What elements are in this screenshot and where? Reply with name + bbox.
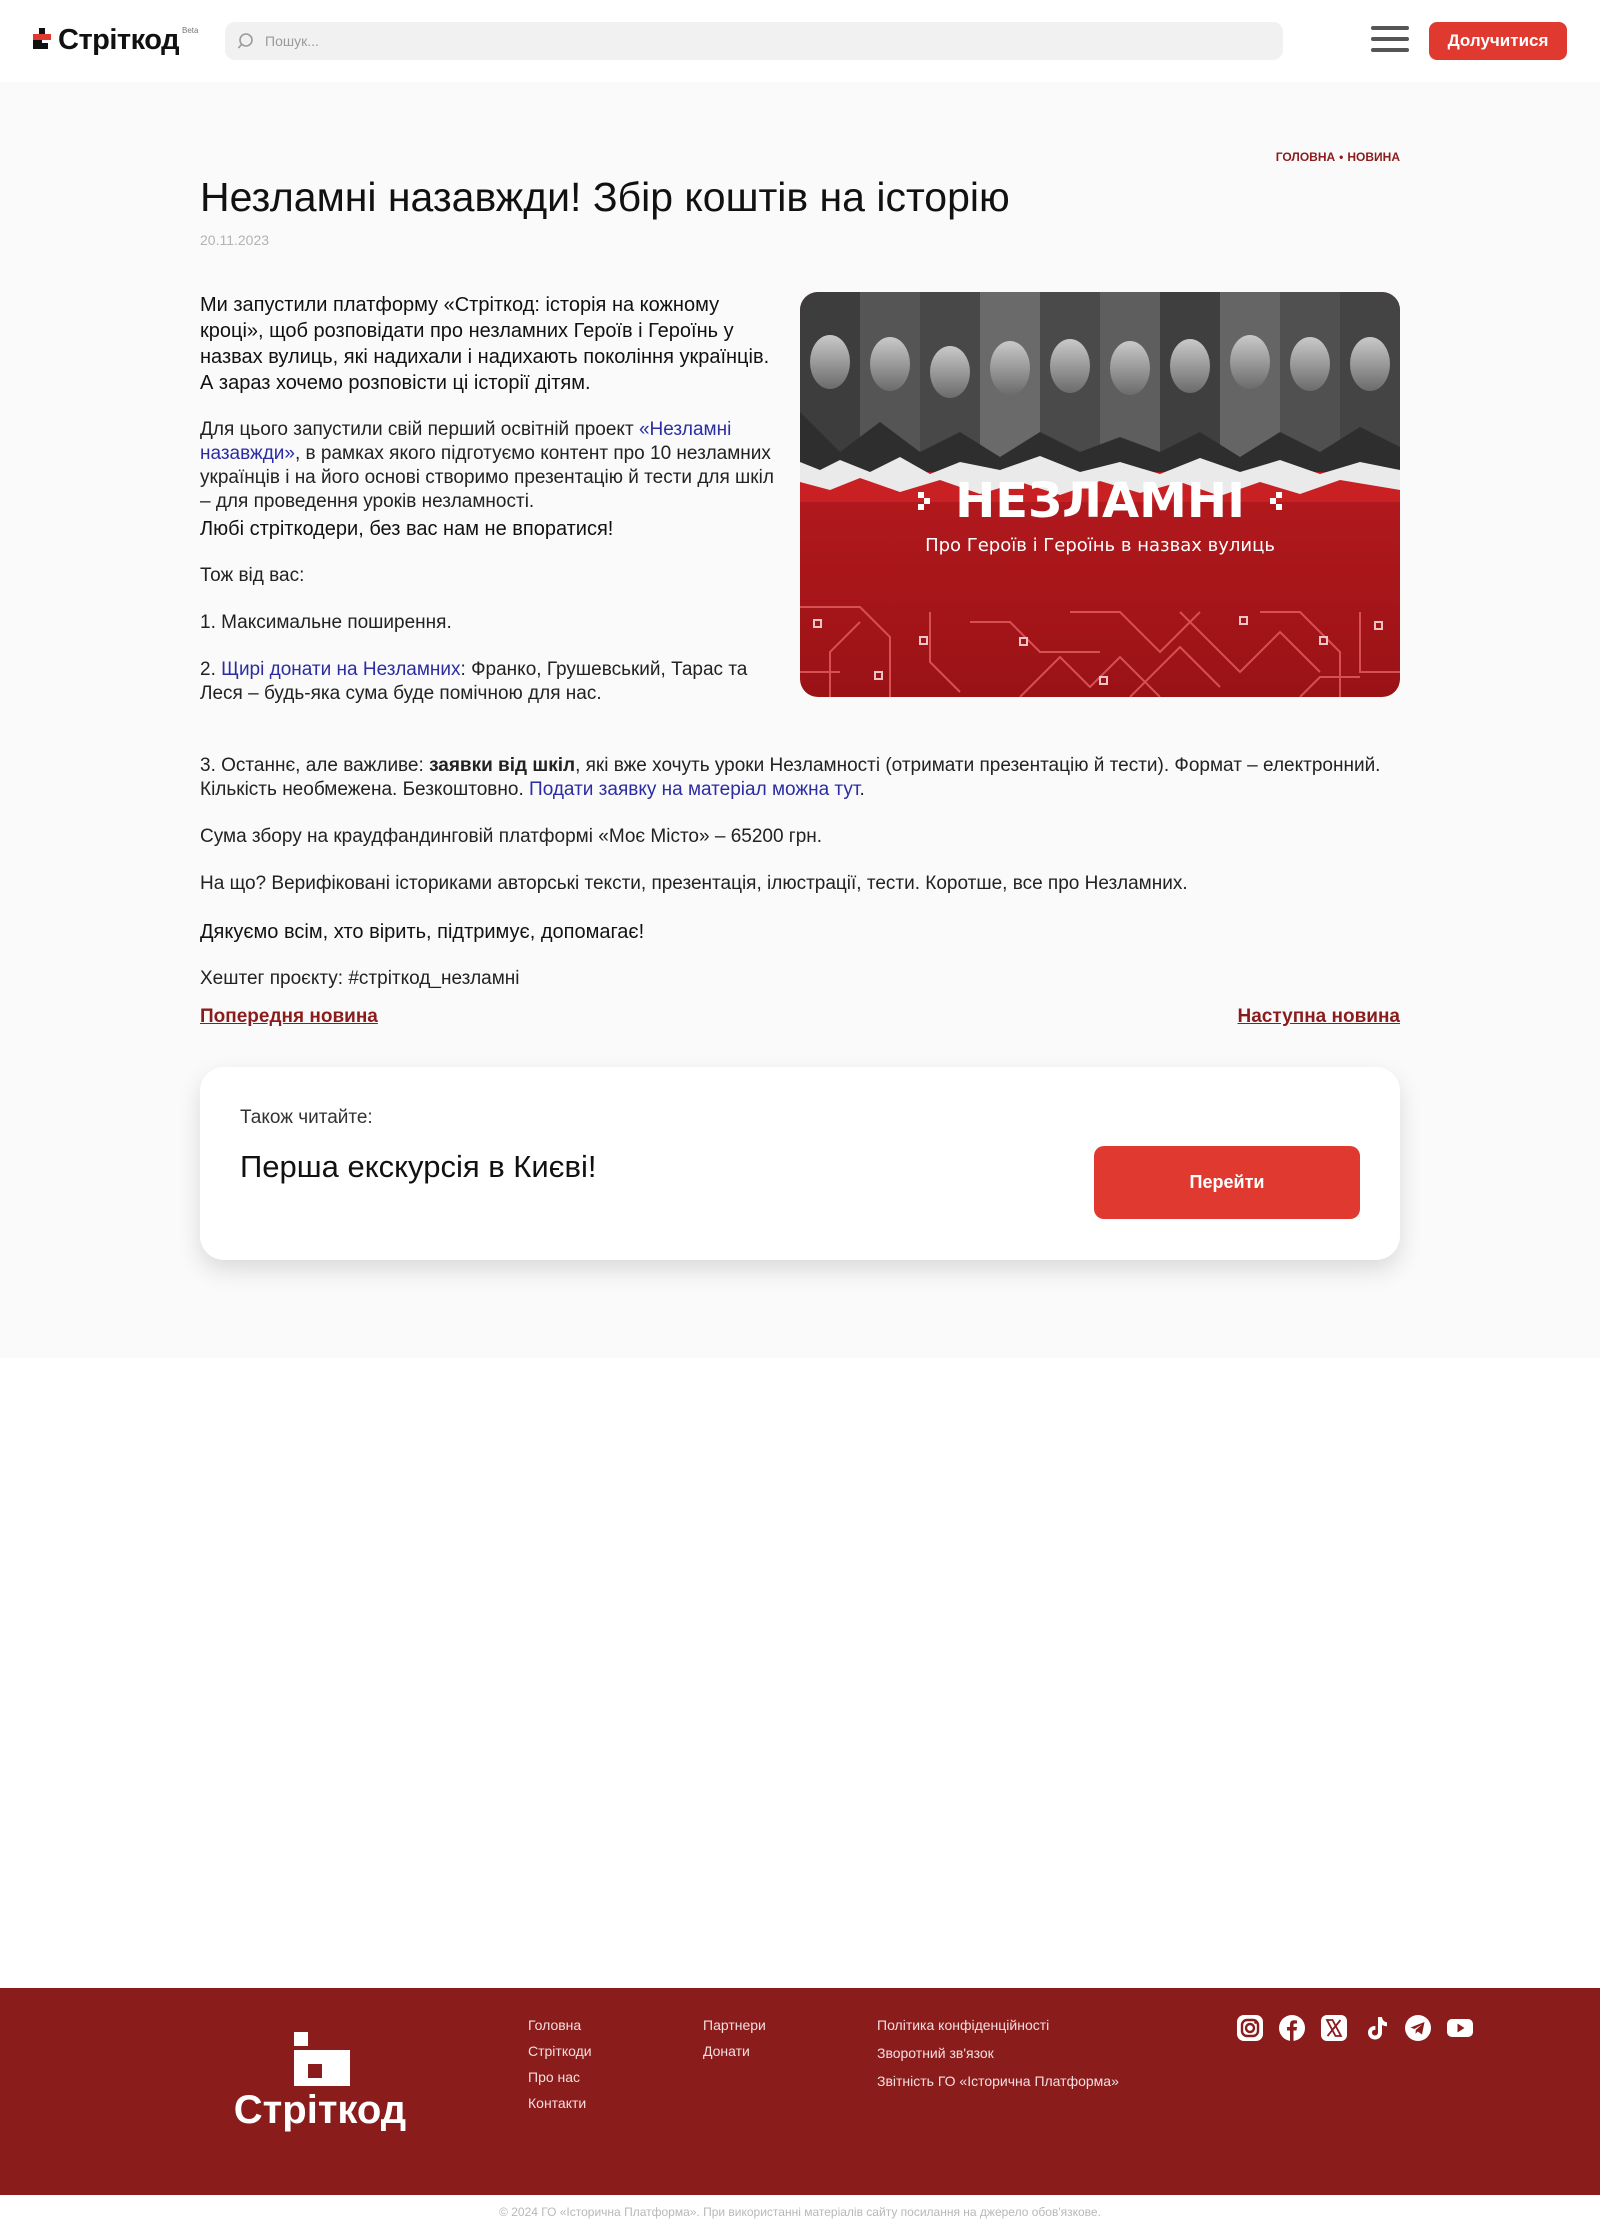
footer-link-about[interactable]: Про нас [528, 2068, 592, 2086]
article-list-item: 2. Щирі донати на Незламних: Франко, Гру… [200, 658, 780, 706]
join-button[interactable]: Долучитися [1429, 22, 1567, 60]
facebook-icon[interactable] [1278, 2014, 1306, 2042]
footer-link-home[interactable]: Головна [528, 2016, 592, 2034]
footer-link-privacy[interactable]: Політика конфіденційності [877, 2016, 1119, 2034]
also-read-card: Також читайте: Перша екскурсія в Києві! … [200, 1067, 1400, 1260]
instagram-icon[interactable] [1236, 2014, 1264, 2042]
article-paragraph: На що? Верифіковані істориками авторські… [200, 873, 1188, 894]
article-hashtag: Хештег проєкту: #стріткод_незламні [200, 968, 520, 989]
site-logo[interactable]: Стріткод Beta [30, 22, 198, 58]
paragraph-text: 3. Останнє, але важливе: [200, 755, 430, 776]
paragraph-text: . [859, 779, 865, 800]
social-links [1236, 2014, 1474, 2044]
article-paragraph: Тож від вас: [200, 565, 305, 586]
search-icon [237, 33, 253, 49]
breadcrumb: ГОЛОВНА • НОВИНА [1200, 150, 1400, 164]
article-thanks: Дякуємо всім, хто вірить, підтримує, доп… [200, 921, 645, 943]
beta-label: Beta [182, 25, 199, 35]
also-read-label: Також читайте: [240, 1107, 373, 1128]
paragraph-text: 2. [200, 659, 222, 680]
paragraph-bold-text: заявки від шкіл [429, 755, 576, 776]
paragraph-text: Для цього запустили свій перший освітній… [200, 419, 639, 440]
footer-link-feedback[interactable]: Зворотний зв'язок [877, 2044, 1119, 2062]
go-button[interactable]: Перейти [1094, 1146, 1360, 1219]
breadcrumb-separator: • [1339, 150, 1344, 164]
footer-logo-text: Стріткод [233, 2088, 407, 2132]
donate-link[interactable]: Щирі донати на Незламних [221, 659, 460, 680]
footer-logo[interactable]: Стріткод [230, 2032, 410, 2142]
prev-news-link[interactable]: Попередня новина [200, 1006, 378, 1028]
article-navigation: Попередня новина Наступна новина [200, 1006, 1400, 1036]
search-input[interactable] [265, 33, 1165, 49]
search-bar[interactable] [225, 22, 1283, 60]
hero-subtitle: Про Героїв і Героїнь в назвах вулиць [925, 535, 1275, 556]
article-list-item: 3. Останнє, але важливе: заявки від шкіл… [200, 754, 1400, 802]
logo-mark-icon [30, 28, 54, 52]
footer-column-main: Головна Стріткоди Про нас Контакти [528, 2016, 592, 2120]
copyright-text: © 2024 ГО «Історична Платформа». При вик… [499, 2205, 1101, 2219]
article-lead: Ми запустили платформу «Стріткод: історі… [200, 294, 770, 394]
tiktok-icon[interactable] [1362, 2014, 1390, 2042]
footer-link-contacts[interactable]: Контакти [528, 2094, 592, 2112]
telegram-icon[interactable] [1404, 2014, 1432, 2042]
article-hero-image: НЕЗЛАМНІ Про Героїв і Героїнь в назвах в… [800, 292, 1400, 697]
hero-title: НЕЗЛАМНІ [955, 473, 1245, 529]
footer-column-legal: Політика конфіденційності Зворотний зв'я… [877, 2016, 1119, 2098]
article-callout: Любі стріткодери, без вас нам не впорати… [200, 518, 614, 540]
main-content: ГОЛОВНА • НОВИНА Незламні назавжди! Збір к… [0, 82, 1600, 1358]
article-paragraph: Сума збору на краудфандинговій платформі… [200, 826, 823, 847]
apply-link[interactable]: Подати заявку на матеріал можна тут [529, 779, 859, 800]
youtube-icon[interactable] [1446, 2014, 1474, 2042]
publish-date: 20.11.2023 [200, 232, 270, 248]
x-icon[interactable] [1320, 2014, 1348, 2042]
footer-link-streetcodes[interactable]: Стріткоди [528, 2042, 592, 2060]
menu-icon[interactable] [1371, 26, 1409, 56]
breadcrumb-home[interactable]: ГОЛОВНА [1276, 150, 1335, 164]
article-paragraph: Для цього запустили свій перший освітній… [200, 418, 780, 514]
footer-column-partners: Партнери Донати [703, 2016, 766, 2068]
logo-text: Стріткод [58, 23, 180, 56]
site-footer: Стріткод Головна Стріткоди Про нас Конта… [0, 1988, 1600, 2195]
breadcrumb-current: НОВИНА [1347, 150, 1400, 164]
site-header: Стріткод Beta Долучитися [0, 0, 1600, 82]
footer-link-donate[interactable]: Донати [703, 2042, 766, 2060]
also-read-title[interactable]: Перша екскурсія в Києві! [240, 1149, 596, 1185]
footer-link-partners[interactable]: Партнери [703, 2016, 766, 2034]
next-news-link[interactable]: Наступна новина [1238, 1006, 1400, 1028]
footer-link-reports[interactable]: Звітність ГО «Історична Платформа» [877, 2072, 1119, 2090]
article-list-item: 1. Максимальне поширення. [200, 612, 452, 633]
page-title: Незламні назавжди! Збір коштів на історі… [200, 174, 1010, 220]
